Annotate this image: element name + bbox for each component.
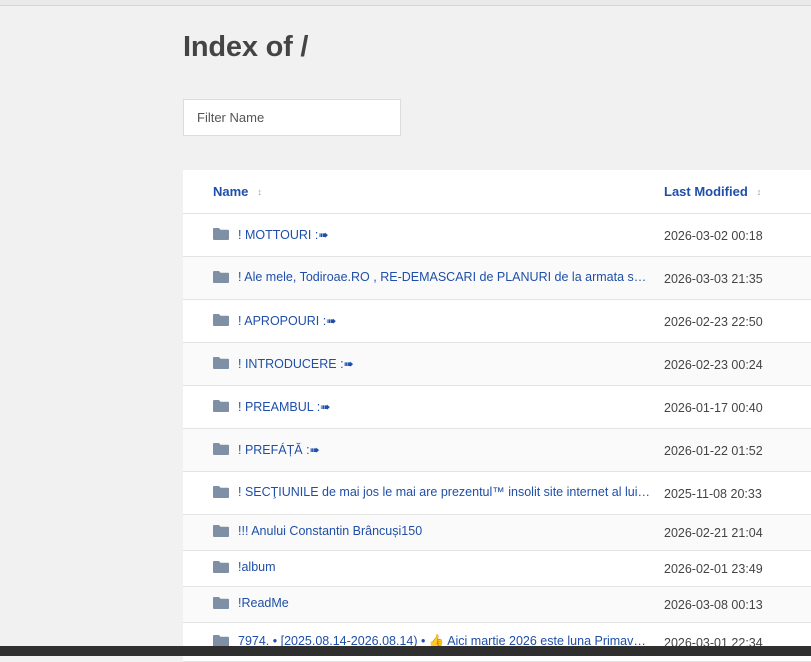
folder-icon <box>213 525 229 537</box>
folder-icon <box>213 597 229 609</box>
folder-link[interactable]: ! PREAMBUL :➠ <box>238 399 650 414</box>
last-modified-cell: 2026-03-08 00:13 <box>664 598 763 612</box>
folder-icon <box>213 443 229 455</box>
file-table: Name ↕ Last Modified ↕ ! MOTTOURI :➠ 2026-0… <box>183 170 811 662</box>
taskbar-strip <box>0 646 811 656</box>
last-modified-cell: 2026-01-17 00:40 <box>664 401 763 415</box>
folder-link[interactable]: ! SECŢIUNILE de mai jos le mai are preze… <box>238 485 650 499</box>
folder-icon <box>213 561 229 573</box>
table-row: ! MOTTOURI :➠ 2026-03-02 00:18 <box>183 214 811 257</box>
folder-icon <box>213 486 229 498</box>
last-modified-cell: 2026-03-02 00:18 <box>664 229 763 243</box>
folder-link[interactable]: !!! Anului Constantin Brâncuși150 <box>238 524 650 538</box>
folder-link[interactable]: !album <box>238 560 650 574</box>
folder-icon <box>213 271 229 283</box>
folder-link[interactable]: ! INTRODUCERE :➠ <box>238 356 650 371</box>
folder-link[interactable]: ! MOTTOURI :➠ <box>238 227 650 242</box>
last-modified-cell: 2026-02-23 22:50 <box>664 315 763 329</box>
table-row: !!! Anului Constantin Brâncuși150 2026-02… <box>183 515 811 551</box>
folder-icon <box>213 228 229 240</box>
folder-icon <box>213 400 229 412</box>
folder-icon <box>213 357 229 369</box>
page-title: Index of / <box>183 31 309 63</box>
table-row: ! PREFÁȚĂ :➠ 2026-01-22 01:52 <box>183 429 811 472</box>
folder-link[interactable]: ! APROPOURI :➠ <box>238 313 650 328</box>
sort-by-last-modified-header[interactable]: Last Modified ↕ <box>664 184 761 199</box>
folder-link[interactable]: !ReadMe <box>238 596 650 610</box>
table-row: !ReadMe 2026-03-08 00:13 <box>183 587 811 623</box>
sort-icon: ↕ <box>756 186 762 197</box>
table-row: ! Ale mele, Todiroae.RO , RE-DEMASCARI d… <box>183 257 811 300</box>
table-header: Name ↕ Last Modified ↕ <box>183 170 811 214</box>
table-body: ! MOTTOURI :➠ 2026-03-02 00:18 ! Ale mele,… <box>183 214 811 662</box>
last-modified-cell: 2026-01-22 01:52 <box>664 444 763 458</box>
last-modified-cell: 2026-03-03 21:35 <box>664 272 763 286</box>
table-row: ! APROPOURI :➠ 2026-02-23 22:50 <box>183 300 811 343</box>
folder-link[interactable]: ! PREFÁȚĂ :➠ <box>238 442 650 457</box>
last-modified-cell: 2026-02-01 23:49 <box>664 562 763 576</box>
last-modified-column-label: Last Modified <box>664 184 748 199</box>
table-row: !album 2026-02-01 23:49 <box>183 551 811 587</box>
table-row: ! PREAMBUL :➠ 2026-01-17 00:40 <box>183 386 811 429</box>
last-modified-cell: 2026-02-23 00:24 <box>664 358 763 372</box>
last-modified-cell: 2025-11-08 20:33 <box>664 487 762 501</box>
name-column-label: Name <box>213 184 249 199</box>
last-modified-cell: 2026-02-21 21:04 <box>664 526 763 540</box>
table-row: ! SECŢIUNILE de mai jos le mai are preze… <box>183 472 811 515</box>
table-row: ! INTRODUCERE :➠ 2026-02-23 00:24 <box>183 343 811 386</box>
folder-icon <box>213 314 229 326</box>
top-border <box>0 0 811 6</box>
table-row: 7974. • [2025.08.14-2026.08.14) • 👍 Aici… <box>183 623 811 662</box>
sort-by-name-header[interactable]: Name ↕ <box>213 184 262 199</box>
folder-link[interactable]: ! Ale mele, Todiroae.RO , RE-DEMASCARI d… <box>238 270 650 284</box>
sort-icon: ↕ <box>257 186 262 197</box>
filter-name-input[interactable] <box>183 99 401 136</box>
